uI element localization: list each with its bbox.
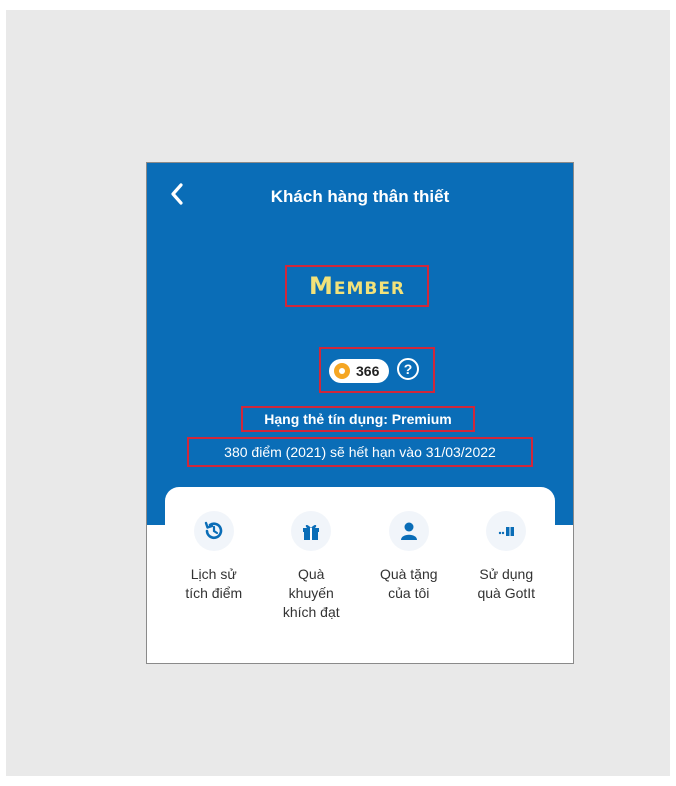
top-bar: Khách hàng thân thiết [147,163,573,233]
member-tier-label: Member [308,272,406,300]
loyalty-hero: Khách hàng thân thiết Member 366 ? Hạng … [147,163,573,525]
actions-panel: Lịch sử tích điểm Quà khuyến khích đạt Q… [165,487,555,651]
history-icon [193,511,234,551]
gift-icon [291,511,332,551]
action-use-gotit[interactable]: Sử dụng quà GotIt [461,511,551,651]
action-label: Sử dụng quà GotIt [477,566,536,601]
help-icon[interactable]: ? [397,358,419,380]
points-value: 366 [356,363,380,379]
action-promo-gifts[interactable]: Quà khuyến khích đạt [266,511,356,651]
action-label: Quà tặng của tôi [379,566,438,601]
page-title: Khách hàng thân thiết [270,187,450,206]
points-badge: 366 [329,359,389,383]
action-label: Lịch sử tích điểm [185,566,243,601]
user-icon [388,511,429,551]
action-label: Quà khuyến khích đạt [282,566,340,620]
phone-screen: Khách hàng thân thiết Member 366 ? Hạng … [146,162,574,664]
action-my-gifts[interactable]: Quà tặng của tôi [364,511,454,651]
gotit-icon [486,511,527,551]
member-tier-box: Member [285,265,429,307]
screenshot-frame: Khách hàng thân thiết Member 366 ? Hạng … [6,10,670,776]
points-expiry: 380 điểm (2021) sẽ hết hạn vào 31/03/202… [187,437,533,467]
coin-icon [334,363,350,379]
card-rank: Hạng thẻ tín dụng: Premium [241,406,475,432]
action-points-history[interactable]: Lịch sử tích điểm [169,511,259,651]
points-box: 366 ? [319,347,435,393]
